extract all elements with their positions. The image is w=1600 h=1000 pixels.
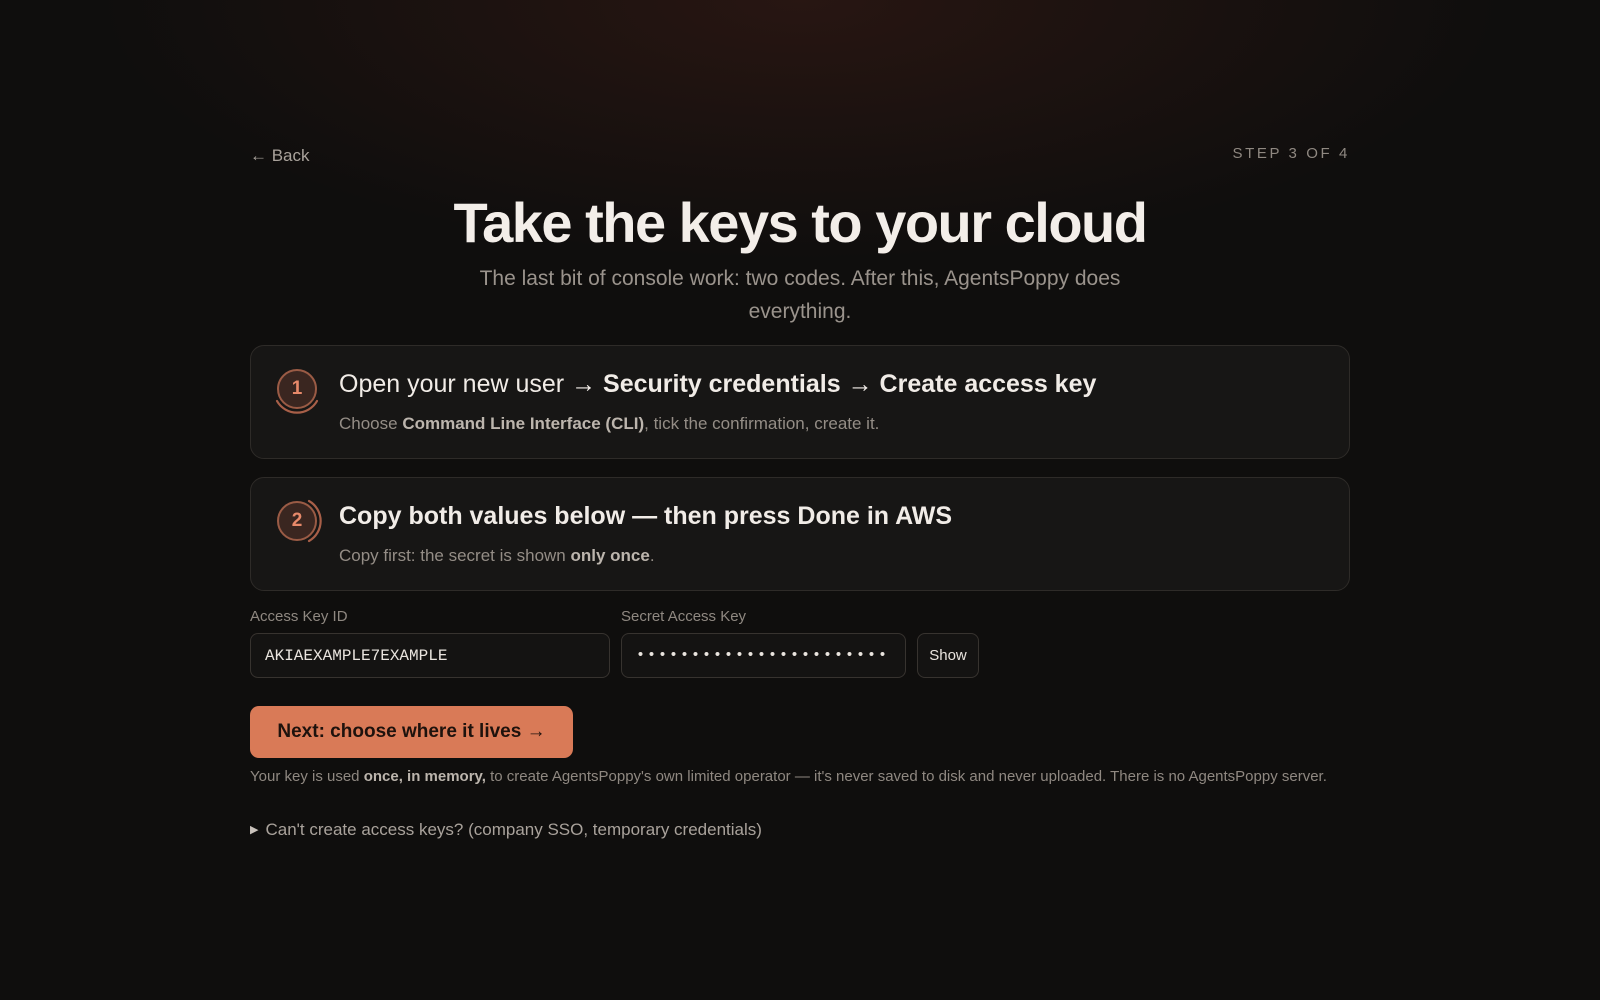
step-title-strong-1: Security credentials	[603, 370, 841, 398]
access-key-id-input[interactable]	[250, 633, 610, 678]
step-title-intro: Open your new user →	[339, 370, 604, 398]
show-secret-button[interactable]: Show	[917, 633, 979, 678]
page-subtitle: The last bit of console work: two codes.…	[479, 267, 1121, 323]
step-number-badge: 2	[277, 501, 317, 541]
step-desc-after: , tick the confirmation, create it.	[644, 414, 880, 433]
step-desc-before: Copy first: the secret is shown	[339, 546, 571, 565]
privacy-note-before: Your key is used	[250, 768, 364, 785]
step-desc-before: Choose	[339, 414, 403, 433]
step-card-1: 1 Open your new user → Security credenti…	[250, 345, 1350, 459]
step-desc-strong: only once	[570, 546, 650, 565]
top-bar: ← Back STEP 3 OF 4	[250, 145, 1350, 169]
step-description: Copy first: the secret is shown only onc…	[339, 546, 655, 566]
privacy-note-after: to create AgentsPoppy's own limited oper…	[485, 768, 1327, 785]
back-link[interactable]: ← Back	[250, 146, 310, 166]
step-number-badge: 1	[277, 369, 317, 409]
sso-help-disclosure[interactable]: ▶ Can't create access keys? (company SSO,…	[250, 820, 762, 840]
step-desc-strong: Command Line Interface (CLI)	[402, 414, 645, 433]
secret-access-key-input[interactable]	[621, 633, 906, 678]
step-title: Open your new user → Security credential…	[339, 370, 1096, 399]
step-desc-after: .	[649, 546, 655, 565]
secret-key-label: Secret Access Key	[621, 608, 747, 625]
privacy-note: Your key is used once, in memory, to cre…	[250, 768, 1350, 786]
access-key-label: Access Key ID	[250, 608, 348, 625]
next-button[interactable]: Next: choose where it lives →	[250, 706, 573, 758]
step-indicator: STEP 3 OF 4	[1232, 145, 1350, 162]
sso-help-label: Can't create access keys? (company SSO, …	[265, 820, 762, 839]
step-title-arrow: →	[840, 370, 880, 398]
privacy-note-strong: once, in memory,	[363, 768, 486, 785]
triangle-right-icon: ▶	[250, 824, 259, 836]
step-title-strong-2: Create access key	[879, 370, 1097, 398]
step-card-2: 2 Copy both values below — then press Do…	[250, 477, 1350, 591]
page-title: Take the keys to your cloud	[453, 191, 1148, 254]
step-title: Copy both values below — then press Done…	[339, 502, 953, 530]
step-description: Choose Command Line Interface (CLI), tic…	[339, 414, 879, 434]
